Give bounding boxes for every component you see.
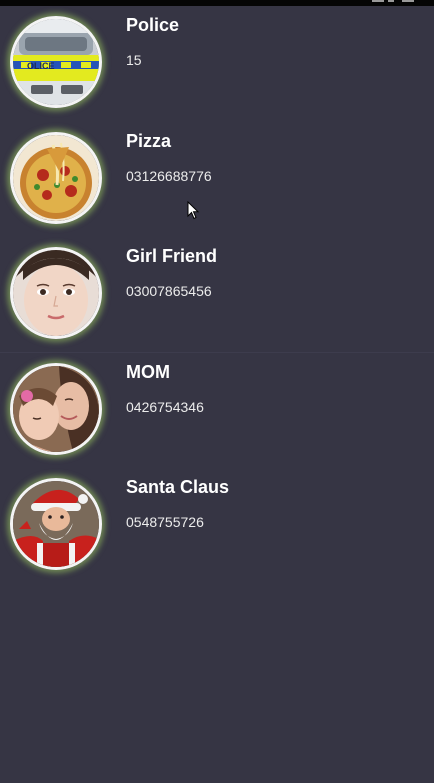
contact-name: Police (126, 15, 180, 35)
contact-row-pizza[interactable]: Pizza 03126688776 (0, 122, 434, 238)
contact-number: 0426754346 (126, 398, 204, 415)
contact-avatar: OLICE (10, 16, 102, 108)
contact-row-girl-friend[interactable]: Girl Friend 03007865456 (0, 237, 434, 353)
contact-avatar (10, 131, 102, 224)
pizza-photo (13, 134, 99, 221)
contact-avatar (10, 247, 102, 339)
svg-text:OLICE: OLICE (27, 61, 55, 71)
contact-number: 0548755726 (126, 514, 204, 530)
contact-name: Girl Friend (126, 246, 218, 266)
contact-list: OLICE Police 15 Pizza 03126688776 Girl F… (0, 6, 434, 783)
status-icons (372, 0, 416, 2)
woman-face-photo (13, 250, 99, 336)
contact-avatar (10, 362, 102, 455)
contact-name: MOM (126, 361, 170, 382)
santa-photo (13, 481, 99, 567)
contact-number: 03007865456 (126, 283, 212, 299)
mother-child-photo (13, 365, 99, 452)
contact-number: 15 (126, 52, 142, 68)
mouse-pointer-icon (187, 201, 200, 220)
contact-number: 03126688776 (126, 167, 212, 184)
contact-row-police[interactable]: OLICE Police 15 (0, 6, 434, 122)
contact-row-mom[interactable]: MOM 0426754346 (0, 353, 434, 469)
contact-row-santa-claus[interactable]: Santa Claus 0548755726 (0, 468, 434, 584)
contact-name: Santa Claus (126, 477, 230, 497)
contact-avatar (10, 478, 102, 570)
contact-name: Pizza (126, 130, 172, 151)
police-car-photo: OLICE (13, 19, 99, 105)
